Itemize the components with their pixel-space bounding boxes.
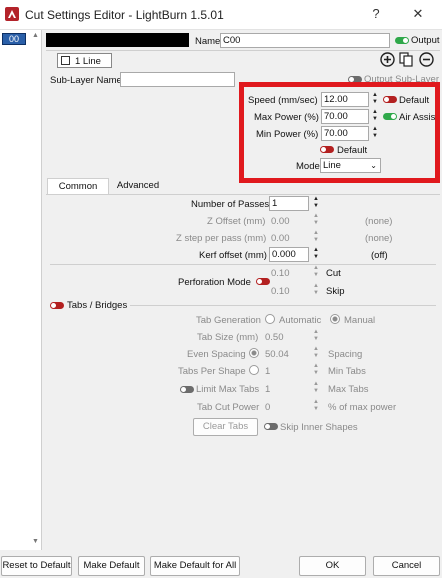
passes-spinner[interactable]: ▲ ▼: [311, 196, 321, 211]
cancel-button[interactable]: Cancel: [373, 556, 440, 576]
name-label: Name: [195, 36, 221, 47]
divider: [50, 264, 436, 265]
tab-cut-power-spinner: ▲ ▼: [313, 399, 319, 412]
perforation-toggle[interactable]: [256, 278, 270, 285]
automatic-radio[interactable]: [265, 314, 275, 324]
max-tabs-spinner: ▲ ▼: [313, 381, 319, 394]
z-offset-note: (none): [365, 216, 393, 227]
skip-inner-shapes-toggle[interactable]: [264, 423, 278, 430]
sub-layer-name-input[interactable]: [120, 72, 235, 87]
manual-radio[interactable]: [330, 314, 340, 324]
z-step-label: Z step per pass (mm): [176, 233, 267, 244]
add-sub-layer-icon[interactable]: [380, 52, 395, 67]
layer-item-selected[interactable]: 00: [2, 33, 26, 45]
skip-label: Skip: [326, 286, 345, 297]
spacing-spinner: ▲ ▼: [313, 346, 319, 359]
layer-color-swatch[interactable]: [46, 33, 189, 47]
passes-label: Number of Passes: [191, 199, 270, 210]
tabs-per-shape-spinner: ▲ ▼: [313, 363, 319, 376]
copy-sub-layer-icon[interactable]: [399, 52, 413, 67]
z-offset-label: Z Offset (mm): [207, 216, 266, 227]
kerf-note: (off): [371, 250, 388, 261]
kerf-spinner[interactable]: ▲ ▼: [311, 247, 321, 262]
tab-cut-power-label: Tab Cut Power: [197, 402, 260, 413]
tabs-per-shape-label: Tabs Per Shape: [178, 366, 246, 377]
window-title: Cut Settings Editor - LightBurn 1.5.01: [25, 8, 224, 22]
sub-layer-tab[interactable]: 1 Line: [57, 53, 112, 68]
title-bar: Cut Settings Editor - LightBurn 1.5.01 ?…: [0, 0, 442, 30]
ok-button[interactable]: OK: [299, 556, 366, 576]
highlight-annotation-box: [239, 82, 440, 183]
tabs-bridges-toggle[interactable]: [50, 302, 64, 309]
tabs-per-shape-value: 1: [265, 366, 271, 377]
tabs-bridges-header: Tabs / Bridges: [67, 300, 128, 311]
z-step-value: 0.00: [271, 233, 290, 244]
tab-size-spinner: ▲ ▼: [313, 329, 319, 342]
spacing-value: 50.04: [265, 349, 289, 360]
reset-to-default-button[interactable]: Reset to Default: [1, 556, 72, 576]
skip-inner-shapes-label: Skip Inner Shapes: [280, 422, 358, 433]
kerf-input[interactable]: 0.000: [269, 247, 309, 262]
output-toggle[interactable]: [395, 37, 409, 44]
z-offset-value: 0.00: [271, 216, 290, 227]
min-tabs-label: Min Tabs: [328, 366, 366, 377]
help-button[interactable]: ?: [366, 5, 386, 23]
cut-value: 0.10: [271, 268, 290, 279]
scroll-up-icon[interactable]: ▲: [32, 32, 39, 39]
z-step-note: (none): [365, 233, 393, 244]
cut-label: Cut: [326, 268, 341, 279]
percent-max-power-label: % of max power: [328, 402, 397, 413]
sub-layer-name-label: Sub-Layer Name: [50, 75, 122, 86]
sub-layer-color-box: [61, 56, 70, 65]
limit-max-tabs-toggle[interactable]: [180, 386, 194, 393]
manual-label: Manual: [344, 315, 376, 326]
lightburn-logo-icon: [5, 7, 19, 21]
divider: [46, 50, 440, 51]
automatic-label: Automatic: [279, 315, 322, 326]
remove-sub-layer-icon[interactable]: [419, 52, 434, 67]
kerf-label: Kerf offset (mm): [199, 250, 267, 261]
spacing-label: Spacing: [328, 349, 363, 360]
z-step-spinner: ▲ ▼: [313, 230, 319, 243]
even-spacing-radio[interactable]: [249, 348, 259, 358]
even-spacing-label: Even Spacing: [187, 349, 246, 360]
sub-layer-count: 1 Line: [75, 56, 101, 67]
tab-generation-label: Tab Generation: [196, 315, 261, 326]
tab-size-value: 0.50: [265, 332, 284, 343]
max-tabs-value: 1: [265, 384, 271, 395]
skip-spinner: ▲ ▼: [313, 283, 319, 296]
make-default-for-all-button[interactable]: Make Default for All: [150, 556, 240, 576]
layer-list[interactable]: 00 ▲ ▼: [0, 30, 42, 550]
max-tabs-label: Max Tabs: [328, 384, 369, 395]
clear-tabs-button[interactable]: Clear Tabs: [193, 418, 258, 436]
name-input[interactable]: C00: [220, 33, 390, 48]
cut-spinner: ▲ ▼: [313, 265, 319, 278]
scroll-down-icon[interactable]: ▼: [32, 538, 39, 545]
limit-max-tabs-label: Limit Max Tabs: [196, 384, 260, 395]
tab-common[interactable]: Common: [47, 178, 109, 194]
output-label: Output: [411, 35, 440, 46]
tab-advanced[interactable]: Advanced: [109, 178, 167, 194]
perforation-label: Perforation Mode: [178, 277, 251, 288]
make-default-button[interactable]: Make Default: [78, 556, 145, 576]
tab-size-label: Tab Size (mm): [197, 332, 259, 343]
tabs-per-shape-radio[interactable]: [249, 365, 259, 375]
close-button[interactable]: ✕: [408, 5, 428, 23]
divider: [130, 305, 436, 306]
tab-cut-power-value: 0: [265, 402, 271, 413]
z-offset-spinner: ▲ ▼: [313, 213, 319, 226]
skip-value: 0.10: [271, 286, 290, 297]
passes-input[interactable]: 1: [269, 196, 309, 211]
